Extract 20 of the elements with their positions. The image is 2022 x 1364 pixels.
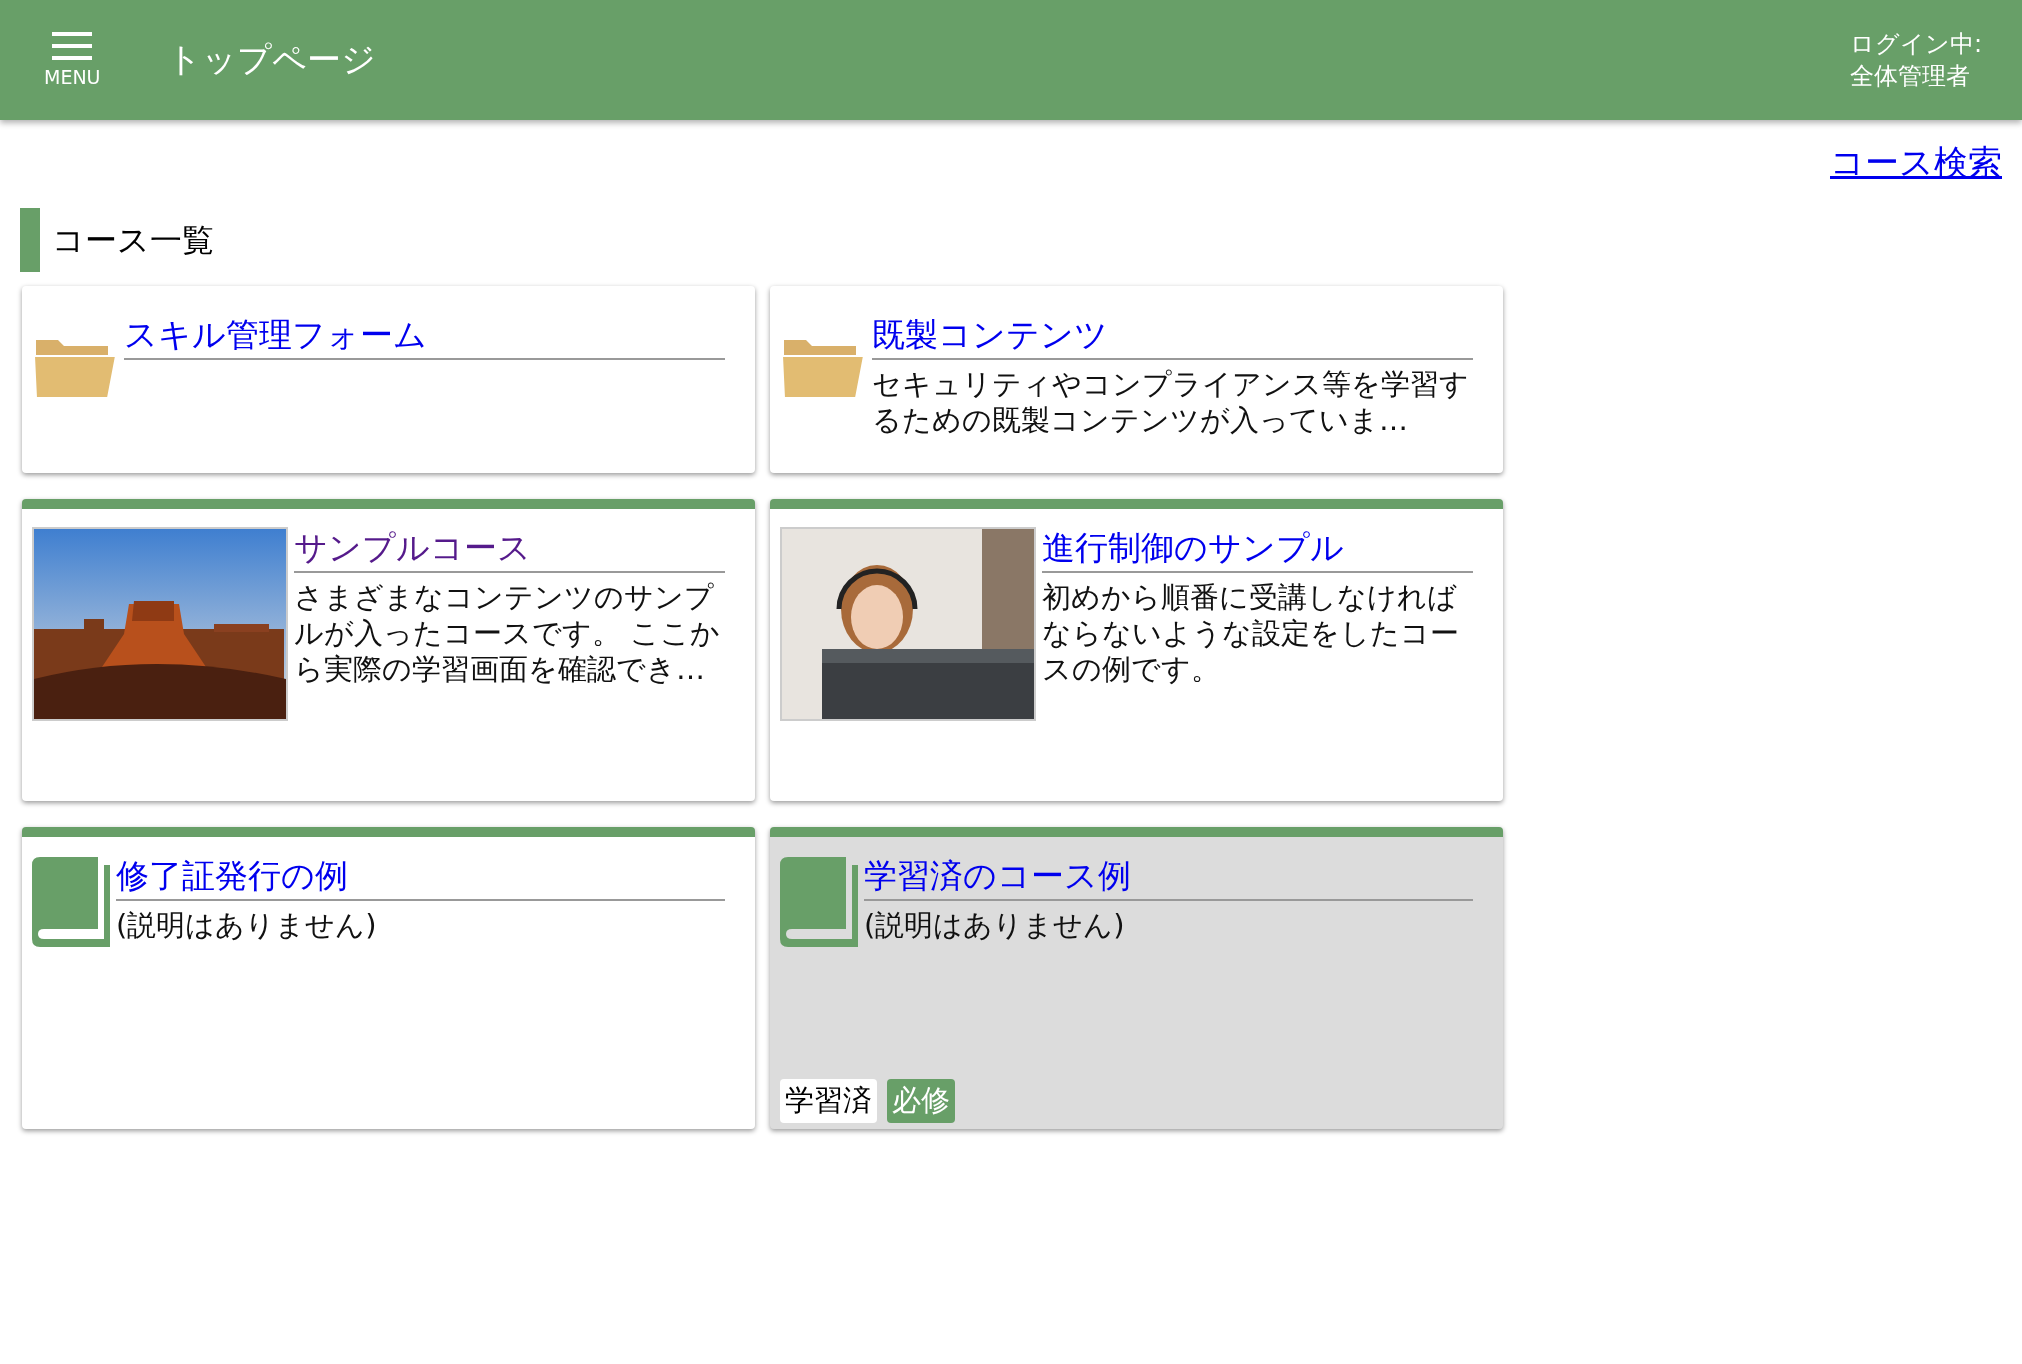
user-name: 全体管理者 [1849, 61, 1971, 92]
course-title-link[interactable]: 学習済のコース例 [864, 855, 1473, 901]
course-description: (説明はありません) [116, 907, 378, 943]
course-description: 初めから順番に受講しなければならないような設定をしたコースの例です。 [1042, 579, 1460, 687]
course-title-link[interactable]: サンプルコース [294, 527, 725, 573]
course-tag: 必修 [887, 1079, 955, 1123]
course-title-link[interactable]: 修了証発行の例 [116, 855, 725, 901]
book-icon [32, 857, 110, 947]
menu-icon [52, 32, 93, 60]
course-description: (説明はありません) [864, 907, 1126, 943]
course-tag: 学習済 [780, 1079, 877, 1123]
course-description: さまざまなコンテンツのサンプルが入ったコースです。 ここから実際の学習画面を確認でき… [294, 579, 722, 687]
course-description: セキュリティやコンプライアンス等を学習するための既製コンテンツが入っていま… [872, 366, 1470, 438]
course-title-link[interactable]: スキル管理フォーム [124, 314, 725, 360]
course-search-link[interactable]: コース検索 [1830, 140, 2002, 186]
login-label: ログイン中: [1849, 29, 1982, 60]
course-title-link[interactable]: 既製コンテンツ [872, 314, 1473, 360]
page-title: トップページ [166, 38, 377, 81]
book-icon [780, 857, 858, 947]
course-title-link[interactable]: 進行制御のサンプル [1042, 527, 1473, 573]
